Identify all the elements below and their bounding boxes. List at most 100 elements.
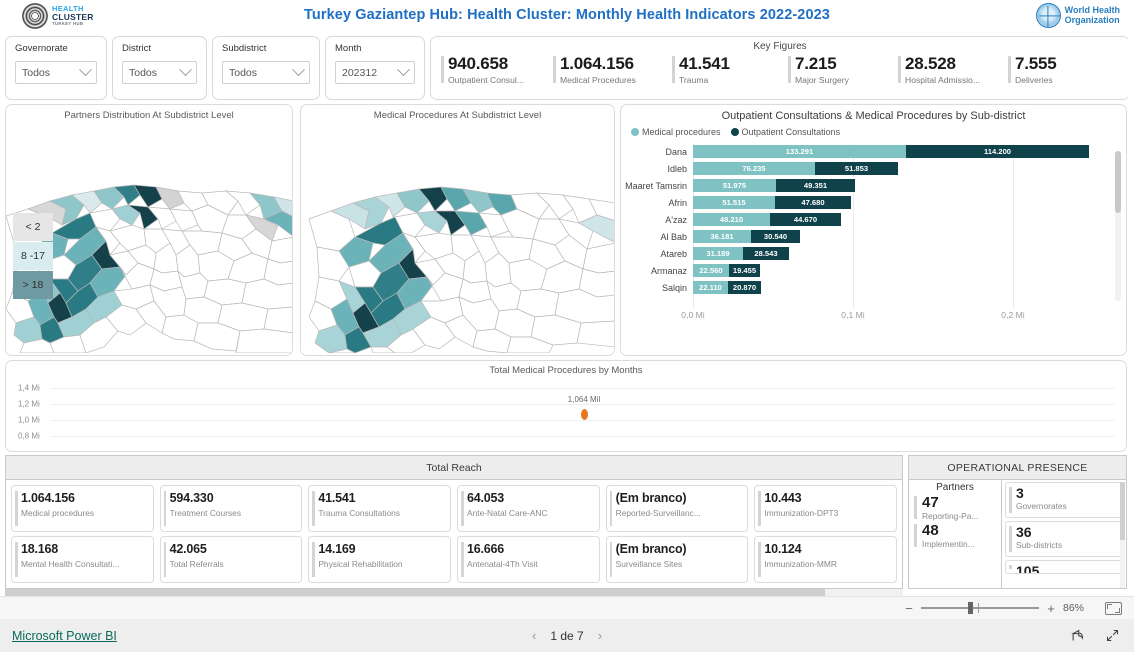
zoom-slider-track[interactable]	[921, 602, 1039, 614]
bar-segment-medical[interactable]: 22.560	[693, 264, 729, 277]
reach-card-mental-health[interactable]: 18.168 Mental Health Consultati...	[11, 536, 154, 583]
slicer-governorate-dropdown[interactable]: Todos	[15, 61, 97, 84]
zoom-in-button[interactable]: +	[1046, 601, 1056, 616]
zoom-slider-thumb[interactable]	[968, 602, 973, 614]
report-status-bar: − + 86%	[0, 596, 1134, 619]
reach-card-reported-surveillance[interactable]: (Em branco) Reported-Surveillanc...	[605, 485, 749, 532]
scrollbar-thumb[interactable]	[1120, 482, 1125, 540]
fullscreen-icon[interactable]	[1105, 628, 1120, 643]
bar-chart-scrollbar[interactable]	[1115, 151, 1121, 301]
bar-segment-medical[interactable]: 22.110	[693, 281, 728, 294]
reach-card-label: Immunization-MMR	[764, 559, 837, 569]
bar-segment-medical[interactable]: 48.210	[693, 213, 770, 226]
reach-card-immunization-dpt3[interactable]: 10.443 Immunization-DPT3	[754, 485, 897, 532]
bar-segment-outpatient[interactable]: 44.670	[770, 213, 841, 226]
key-figure-trauma[interactable]: 41.541 Trauma	[670, 54, 786, 85]
map-legend-gt18[interactable]: > 18	[13, 271, 53, 299]
slicer-month-label: Month	[335, 43, 362, 54]
zoom-out-button[interactable]: −	[904, 601, 914, 616]
bar-segment-outpatient[interactable]: 30.540	[751, 230, 800, 243]
map-medical-procedures[interactable]: Medical Procedures At Subdistrict Level	[300, 104, 615, 356]
bar-segment-outpatient[interactable]: 28.543	[743, 247, 789, 260]
scrollbar-thumb[interactable]	[1115, 151, 1121, 213]
bar-row[interactable]: A'zaz 48.210 44.670	[621, 211, 1110, 228]
bar-category-label: Salqin	[661, 282, 687, 293]
bar-row[interactable]: Idleb 76.235 51.853	[621, 160, 1110, 177]
reach-card-medical-procedures[interactable]: 1.064.156 Medical procedures	[11, 485, 154, 532]
reach-card-immunization-mmr[interactable]: 10.124 Immunization-MMR	[754, 536, 897, 583]
map-medical-procedures-svg[interactable]	[301, 121, 615, 354]
op-reporting-partners[interactable]: 47 Reporting-Pa...	[913, 494, 997, 521]
y-tick-label: 1,4 Mi	[18, 383, 40, 393]
reach-card-antenatal-care[interactable]: 64.053 Ante-Natal Care-ANC	[457, 485, 600, 532]
page-navigation[interactable]: ‹ 1 de 7 ›	[0, 628, 1134, 643]
y-tick-label: 0,8 Mi	[18, 431, 40, 441]
slicer-subdistrict[interactable]: Subdistrict Todos	[212, 36, 320, 100]
operational-presence-scrollbar[interactable]	[1120, 482, 1125, 588]
bar-segment-medical[interactable]: 31.189	[693, 247, 743, 260]
op-implementing-partners[interactable]: 48 Implementin...	[913, 522, 997, 549]
reach-card-surveillance-sites[interactable]: (Em branco) Surveillance Sites	[605, 536, 749, 583]
data-point-marker[interactable]	[581, 409, 588, 420]
bar-row[interactable]: Afrin 51.515 47.680	[621, 194, 1110, 211]
bar-segment-outpatient[interactable]: 47.680	[775, 196, 851, 209]
key-figure-deliveries[interactable]: 7.555 Deliveries	[1006, 54, 1096, 85]
bar-row[interactable]: Atareb 31.189 28.543	[621, 245, 1110, 262]
bar-row[interactable]: Dana 133.291 114.200	[621, 143, 1110, 160]
bar-chart-legend[interactable]: Medical procedures Outpatient Consultati…	[621, 122, 1126, 137]
slicer-month[interactable]: Month 202312	[325, 36, 425, 100]
bar-segment-medical[interactable]: 51.975	[693, 179, 776, 192]
key-figure-outpatient[interactable]: 940.658 Outpatient Consul...	[439, 54, 551, 85]
reach-card-value: 16.666	[467, 542, 505, 556]
reach-card-antenatal-4th-visit[interactable]: 16.666 Antenatal-4Th Visit	[457, 536, 600, 583]
reach-card-trauma-consultations[interactable]: 41.541 Trauma Consultations	[308, 485, 451, 532]
chevron-right-icon[interactable]: ›	[598, 628, 602, 643]
map-legend-buttons[interactable]: < 2 8 -17 > 18	[13, 213, 53, 300]
fit-to-screen-icon[interactable]	[1105, 601, 1122, 615]
legend-item-medical-procedures[interactable]: Medical procedures	[631, 127, 721, 137]
reach-card-treatment-courses[interactable]: 594.330 Treatment Courses	[159, 485, 303, 532]
bar-row[interactable]: Maaret Tamsrin 51.975 49.351	[621, 177, 1110, 194]
legend-item-outpatient-consultations[interactable]: Outpatient Consultations	[730, 127, 840, 137]
reach-card-physical-rehabilitation[interactable]: 14.169 Physical Rehabilitation	[308, 536, 451, 583]
bar-segment-outpatient[interactable]: 51.853	[815, 162, 898, 175]
slicer-district[interactable]: District Todos	[112, 36, 207, 100]
chevron-down-icon	[79, 63, 92, 77]
bar-row[interactable]: Armanaz 22.560 19.455	[621, 262, 1110, 279]
bar-segment-medical[interactable]: 76.235	[693, 162, 815, 175]
scrollbar-thumb[interactable]	[5, 589, 825, 596]
slicer-month-dropdown[interactable]: 202312	[335, 61, 415, 84]
op-partial-card[interactable]: 105	[1005, 560, 1123, 574]
bar-segment-outpatient[interactable]: 20.870	[728, 281, 761, 294]
reach-card-label: Surveillance Sites	[615, 559, 683, 569]
key-figure-hospital-admission[interactable]: 28.528 Hospital Admissio...	[896, 54, 1006, 85]
bar-row[interactable]: Al Bab 36.181 30.540	[621, 228, 1110, 245]
zoom-control[interactable]: − + 86%	[904, 601, 1093, 616]
key-figure-value: 940.658	[448, 54, 509, 73]
slicer-governorate[interactable]: Governorate Todos	[5, 36, 107, 100]
bar-segment-medical[interactable]: 51.515	[693, 196, 775, 209]
bar-segment-outpatient[interactable]: 114.200	[906, 145, 1089, 158]
key-figure-medical-procedures[interactable]: 1.064.156 Medical Procedures	[551, 54, 670, 85]
op-subdistricts[interactable]: 36 Sub-districts	[1005, 521, 1123, 557]
zoom-slider-tick	[978, 603, 979, 613]
bar-segment-outpatient[interactable]: 19.455	[729, 264, 760, 277]
reach-card-total-referrals[interactable]: 42.065 Total Referrals	[159, 536, 303, 583]
bar-row[interactable]: Salqin 22.110 20.870	[621, 279, 1110, 296]
reach-card-value: 594.330	[169, 491, 214, 505]
bar-segment-medical[interactable]: 133.291	[693, 145, 906, 158]
reach-card-value: (Em branco)	[615, 542, 687, 556]
bar-segment-outpatient[interactable]: 49.351	[776, 179, 855, 192]
reach-card-label: Physical Rehabilitation	[318, 559, 403, 569]
chevron-left-icon[interactable]: ‹	[532, 628, 536, 643]
slicer-district-dropdown[interactable]: Todos	[122, 61, 197, 84]
share-icon[interactable]	[1070, 628, 1085, 643]
map-partners-distribution[interactable]: Partners Distribution At Subdistrict Lev…	[5, 104, 293, 356]
op-governorates[interactable]: 3 Governorates	[1005, 482, 1123, 518]
key-figure-major-surgery[interactable]: 7.215 Major Surgery	[786, 54, 896, 85]
map-legend-lt2[interactable]: < 2	[13, 213, 53, 241]
map-legend-8-17[interactable]: 8 -17	[13, 242, 53, 270]
bar-segment-medical[interactable]: 36.181	[693, 230, 751, 243]
slicer-subdistrict-dropdown[interactable]: Todos	[222, 61, 310, 84]
report-horizontal-scrollbar[interactable]	[5, 589, 903, 596]
